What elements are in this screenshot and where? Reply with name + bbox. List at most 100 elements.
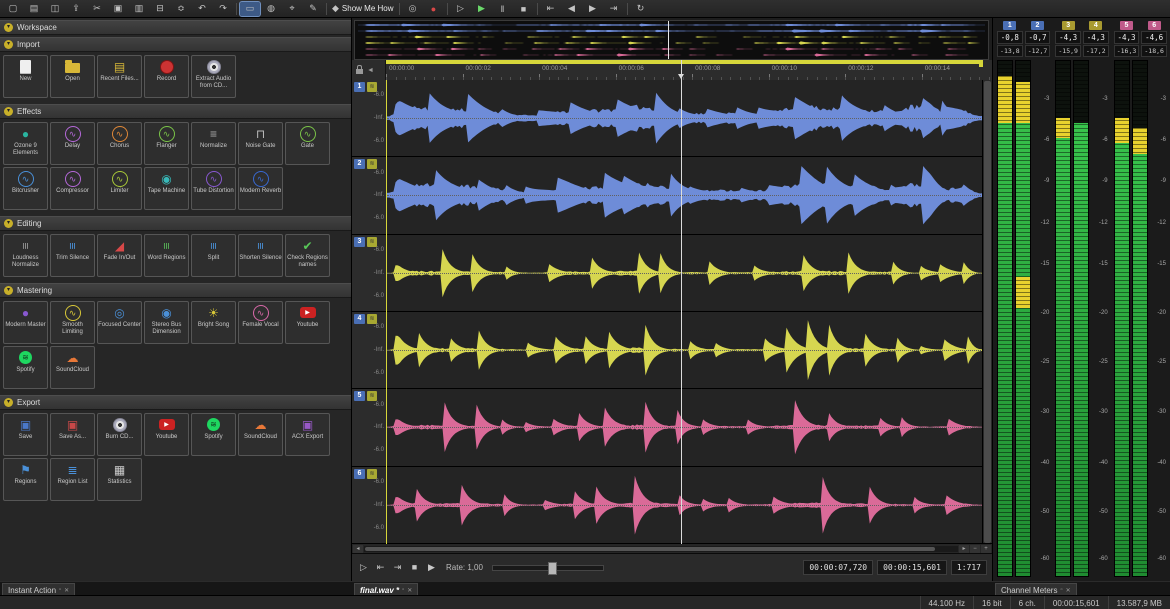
channel-fx-chip-icon[interactable]: ≋ [367, 237, 377, 247]
channel-fx-chip-icon[interactable]: ≋ [367, 159, 377, 169]
publish-button[interactable]: ⇪ [66, 2, 86, 16]
peak-readout-ch6[interactable]: -4,6 [1141, 31, 1167, 44]
action-ozone-9-elements-button[interactable]: ●Ozone 9 Elements [3, 122, 48, 165]
action-compressor-button[interactable]: ∿Compressor [50, 167, 95, 210]
collapse-chevron-icon[interactable]: ▾ [4, 219, 13, 228]
collapse-chevron-icon[interactable]: ▾ [4, 398, 13, 407]
action-bright-song-button[interactable]: ☀Bright Song [191, 301, 236, 344]
file-overview[interactable] [354, 20, 989, 60]
action-delay-button[interactable]: ∿Delay [50, 122, 95, 165]
close-icon[interactable]: ✕ [407, 587, 412, 594]
rate-slider[interactable] [492, 565, 604, 571]
channel-fx-chip-icon[interactable]: ≋ [367, 314, 377, 324]
action-flanger-button[interactable]: ∿Flanger [144, 122, 189, 165]
rms-readout-ch5[interactable]: -16,3 [1114, 45, 1140, 57]
action-burn-cd-button[interactable]: Burn CD... [97, 413, 142, 456]
action-youtube-button[interactable]: Youtube [285, 301, 330, 344]
level-meter-ch6[interactable] [1132, 60, 1148, 577]
float-icon[interactable]: ▫ [59, 587, 61, 593]
action-noise-gate-button[interactable]: ⊓Noise Gate [238, 122, 283, 165]
close-icon[interactable]: ✕ [1066, 587, 1071, 594]
time-total-display[interactable]: 00:00:15,601 [877, 560, 947, 575]
paste-button[interactable]: ▥ [129, 2, 149, 16]
forward-button[interactable]: ▶ [583, 2, 603, 16]
action-trim-silence-button[interactable]: ≡Trim Silence [50, 234, 95, 277]
play-button[interactable]: ▶ [472, 2, 492, 16]
scrollbar-track[interactable] [364, 546, 958, 552]
section-header-effects[interactable]: ▾Effects [0, 104, 351, 119]
action-statistics-button[interactable]: ▦Statistics [97, 458, 142, 501]
loop-playback-button[interactable]: ↻ [631, 2, 651, 16]
waveform-canvas-5[interactable] [387, 389, 983, 465]
zoom-out-button[interactable]: − [970, 545, 980, 553]
action-recent-files-button[interactable]: ▤Recent Files... [97, 55, 142, 98]
action-limiter-button[interactable]: ∿Limiter [97, 167, 142, 210]
action-new-button[interactable]: New [3, 55, 48, 98]
rms-readout-ch2[interactable]: -12,7 [1025, 45, 1051, 57]
waveform-canvas-1[interactable] [387, 80, 983, 156]
rms-readout-ch6[interactable]: -18,6 [1141, 45, 1167, 57]
level-meter-ch5[interactable] [1114, 60, 1130, 577]
level-meter-ch3[interactable] [1055, 60, 1071, 577]
stop-button[interactable]: ■ [408, 562, 421, 573]
float-icon[interactable]: ▫ [1060, 587, 1062, 593]
section-header-mastering[interactable]: ▾Mastering [0, 283, 351, 298]
rate-slider-handle[interactable] [548, 562, 557, 575]
vertical-scrollbar-thumb[interactable] [984, 81, 991, 543]
section-header-import[interactable]: ▾Import [0, 37, 351, 52]
collapse-chevron-icon[interactable]: ▾ [4, 23, 13, 32]
action-modern-master-button[interactable]: ●Modern Master [3, 301, 48, 344]
trim-button[interactable]: ⊟ [150, 2, 170, 16]
action-loudness-normalize-button[interactable]: ≡Loudness Normalize [3, 234, 48, 277]
rewind-button[interactable]: ◀ [562, 2, 582, 16]
section-header-editing[interactable]: ▾Editing [0, 216, 351, 231]
float-icon[interactable]: ▫ [402, 587, 404, 593]
action-fade-in-out-button[interactable]: ◢Fade In/Out [97, 234, 142, 277]
play-button[interactable]: ▶ [425, 562, 438, 573]
waveform-canvas-2[interactable] [387, 157, 983, 233]
pencil-tool-button[interactable]: ✎ [303, 2, 323, 16]
level-meter-ch2[interactable] [1015, 60, 1031, 577]
show-me-how-button[interactable]: ◆Show Me How [330, 2, 396, 16]
action-word-regions-button[interactable]: ≡Word Regions [144, 234, 189, 277]
action-modern-reverb-button[interactable]: ∿Modern Reverb [238, 167, 283, 210]
play-all-button[interactable]: ▷ [451, 2, 471, 16]
action-stereo-bus-dimension-button[interactable]: ◉Stereo Bus Dimension [144, 301, 189, 344]
go-to-start-button[interactable]: ⇤ [374, 562, 387, 573]
action-bitcrusher-button[interactable]: ∿Bitcrusher [3, 167, 48, 210]
peak-readout-ch1[interactable]: -0,8 [997, 31, 1023, 44]
collapse-chevron-icon[interactable]: ▾ [4, 40, 13, 49]
action-spotify-button[interactable]: Spotify [3, 346, 48, 389]
channel-fx-chip-icon[interactable]: ≋ [367, 469, 377, 479]
action-split-button[interactable]: ≡Split [191, 234, 236, 277]
waveform-canvas-6[interactable] [387, 467, 983, 543]
action-shorten-silence-button[interactable]: ≡Shorten Silence [238, 234, 283, 277]
action-tube-distortion-button[interactable]: ∿Tube Distortion [191, 167, 236, 210]
record-button[interactable]: ● [424, 2, 444, 16]
action-normalize-button[interactable]: ≡Normalize [191, 122, 236, 165]
rms-readout-ch1[interactable]: -13,8 [997, 45, 1023, 57]
vertical-scrollbar[interactable] [982, 80, 992, 544]
action-open-button[interactable]: Open [50, 55, 95, 98]
go-to-end-button[interactable]: ⇥ [391, 562, 404, 573]
waveform-canvas-4[interactable] [387, 312, 983, 388]
stop-button[interactable]: ■ [514, 2, 534, 16]
collapse-chevron-icon[interactable]: ▾ [4, 286, 13, 295]
waveform-canvas-3[interactable] [387, 235, 983, 311]
peak-readout-ch2[interactable]: -0,7 [1025, 31, 1051, 44]
new-file-button[interactable]: ▢ [3, 2, 23, 16]
open-file-button[interactable]: ▤ [24, 2, 44, 16]
scroll-right-button[interactable]: ▸ [959, 545, 969, 553]
level-meter-ch4[interactable] [1073, 60, 1089, 577]
time-extra-display[interactable]: 1:717 [951, 560, 987, 575]
channel-fx-chip-icon[interactable]: ≋ [367, 391, 377, 401]
action-extract-audio-from-cd-button[interactable]: Extract Audio from CD... [191, 55, 236, 98]
action-acx-export-button[interactable]: ▣ACX Export [285, 413, 330, 456]
peak-readout-ch5[interactable]: -4,3 [1114, 31, 1140, 44]
action-soundcloud-button[interactable]: ☁SoundCloud [238, 413, 283, 456]
action-smooth-limiting-button[interactable]: ∿Smooth Limiting [50, 301, 95, 344]
scrollbar-thumb[interactable] [365, 547, 935, 551]
action-region-list-button[interactable]: ≣Region List [50, 458, 95, 501]
section-header-workspace[interactable]: ▾Workspace [0, 20, 351, 35]
go-to-start-button[interactable]: ⇤ [541, 2, 561, 16]
